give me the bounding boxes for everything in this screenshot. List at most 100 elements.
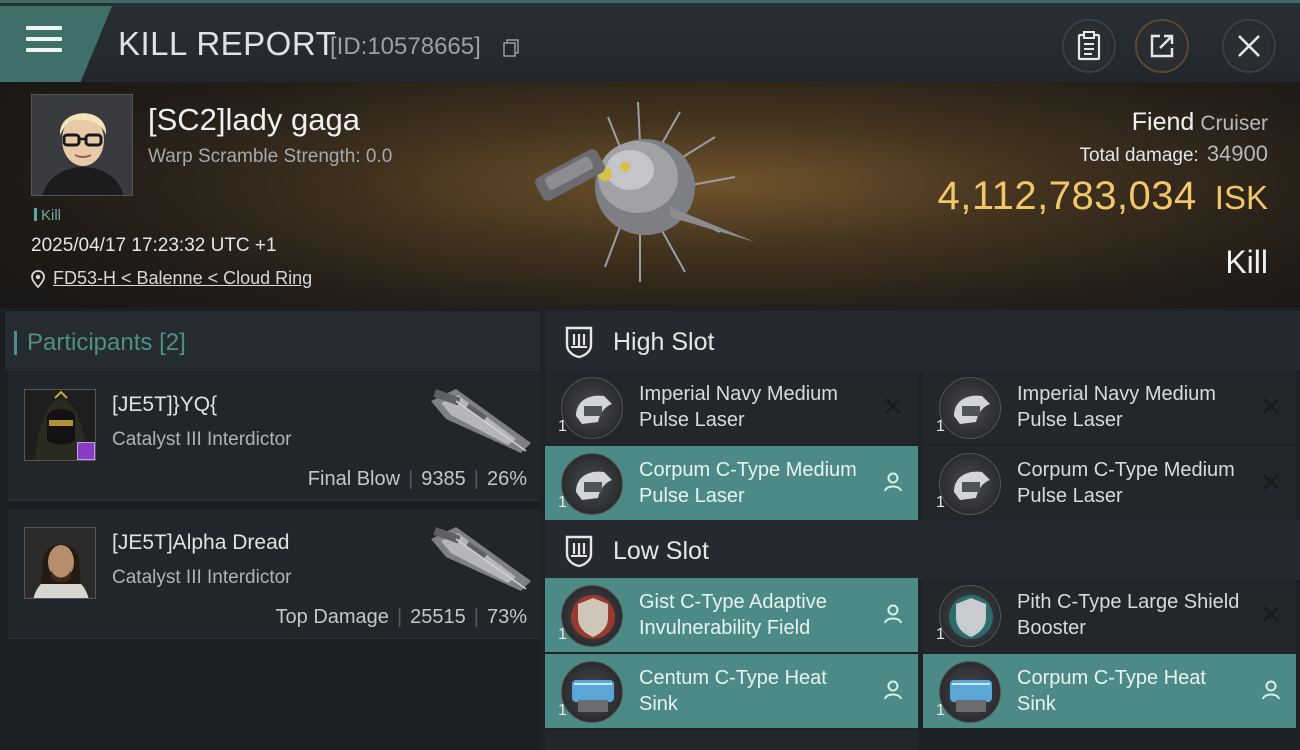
victim-panel: [SC2]lady gaga Warp Scramble Strength: 0… (0, 82, 1300, 308)
module-quantity: 1 (936, 494, 945, 511)
menu-button[interactable] (0, 6, 112, 82)
module-name: Corpum C-Type Medium Pulse Laser (639, 459, 857, 507)
participant-row[interactable]: [JE5T]}YQ{ Catalyst III Interdictor Fina… (8, 371, 540, 501)
module-quantity: 1 (558, 626, 567, 643)
total-damage-label: Total damage: (1079, 145, 1199, 166)
share-button[interactable] (1135, 19, 1189, 73)
participants-count: [2] (159, 329, 186, 356)
participant-row[interactable]: [JE5T]Alpha Dread Catalyst III Interdict… (8, 509, 540, 639)
pulse-laser-icon (939, 453, 1001, 515)
participant-name[interactable]: [JE5T]Alpha Dread (112, 531, 289, 555)
ship-name-text: Fiend (1131, 108, 1195, 136)
share-icon (1150, 34, 1174, 58)
victim-ship-name[interactable]: Fiend Cruiser (1132, 108, 1268, 137)
copy-icon[interactable] (503, 39, 519, 57)
participant-damage: 9385 (421, 468, 466, 490)
participant-percent: 26% (486, 468, 527, 490)
participant-role: Final Blow (307, 468, 401, 490)
participant-ship-image[interactable] (426, 381, 536, 461)
isk-unit: ISK (1214, 179, 1268, 216)
module-quantity: 1 (558, 702, 567, 719)
participant-avatar[interactable] (24, 389, 96, 461)
dropped-person-icon (884, 604, 902, 624)
pulse-laser-icon (561, 453, 623, 515)
page-title: KILL REPORT (118, 25, 337, 62)
high-slot-header: High Slot (545, 311, 1300, 371)
map-pin-icon (31, 269, 45, 288)
module-name: Imperial Navy Medium Pulse Laser (639, 383, 838, 431)
victim-name[interactable]: [SC2]lady gaga (148, 102, 360, 138)
report-id: [ID:10578665] (330, 33, 481, 60)
participant-name[interactable]: [JE5T]}YQ{ (112, 393, 217, 417)
clipboard-icon (1077, 31, 1101, 61)
participant-ship: Catalyst III Interdictor (112, 567, 292, 588)
close-icon (1238, 35, 1260, 57)
low-slot-header: Low Slot (545, 520, 1300, 580)
location-link[interactable]: FD53-H < Balenne < Cloud Ring (31, 268, 312, 289)
clipboard-button[interactable] (1062, 19, 1116, 73)
module-name: Corpum C-Type Medium Pulse Laser (1017, 459, 1235, 507)
module-item[interactable] (545, 730, 918, 750)
location-text: FD53-H < Balenne < Cloud Ring (53, 268, 313, 288)
dropped-person-icon (884, 472, 902, 492)
warp-scramble-strength: Warp Scramble Strength: 0.0 (148, 146, 393, 167)
fitting-panel: High Slot 1 Imperial Navy Medium Pulse L… (540, 308, 1300, 750)
low-slot-icon (565, 535, 593, 568)
module-item[interactable]: 1 Corpum C-Type Heat Sink (923, 654, 1296, 728)
module-name: Imperial Navy Medium Pulse Laser (1017, 383, 1216, 431)
module-quantity: 1 (936, 626, 945, 643)
victim-avatar (32, 95, 132, 195)
destroyed-x-icon (1263, 474, 1279, 490)
participants-header: Participants [2] (5, 311, 540, 371)
dropped-person-icon (1262, 680, 1280, 700)
isk-amount: 4,112,783,034 (937, 174, 1197, 218)
module-item[interactable]: 1 Imperial Navy Medium Pulse Laser (545, 370, 918, 444)
shield-booster-icon (939, 585, 1001, 647)
destroyed-x-icon (885, 398, 901, 414)
victim-portrait[interactable] (31, 94, 133, 196)
kill-result: Kill (1225, 244, 1268, 280)
module-item[interactable]: 1 Corpum C-Type Medium Pulse Laser (923, 446, 1296, 520)
module-item[interactable]: 1 Centum C-Type Heat Sink (545, 654, 918, 728)
module-name: Gist C-Type Adaptive Invulnerability Fie… (639, 591, 827, 639)
hamburger-icon (26, 26, 62, 59)
corp-badge (77, 442, 95, 460)
participant-avatar[interactable] (24, 527, 96, 599)
participants-panel: Participants [2] [JE5T]}YQ{ Catalyst III… (0, 308, 540, 750)
participant-stats: Final Blow | 9385 | 26% (307, 468, 527, 490)
heat-sink-icon (939, 661, 1001, 723)
module-item[interactable]: 1 Corpum C-Type Medium Pulse Laser (545, 446, 918, 520)
participant-stats: Top Damage | 25515 | 73% (275, 606, 527, 628)
high-slot-title: High Slot (613, 328, 715, 356)
participant-damage: 25515 (410, 606, 466, 628)
module-name: Centum C-Type Heat Sink (639, 667, 827, 715)
module-name: Corpum C-Type Heat Sink (1017, 667, 1206, 715)
kill-tag: Kill (34, 207, 61, 224)
dropped-person-icon (884, 680, 902, 700)
pulse-laser-icon (561, 377, 623, 439)
module-quantity: 1 (558, 494, 567, 511)
close-button[interactable] (1222, 19, 1276, 73)
participant-portrait (25, 528, 95, 598)
module-item[interactable]: 1 Gist C-Type Adaptive Invulnerability F… (545, 578, 918, 652)
participant-role: Top Damage (275, 606, 389, 628)
participant-ship: Catalyst III Interdictor (112, 429, 292, 450)
participant-ship-image[interactable] (426, 519, 536, 599)
module-item[interactable]: 1 Imperial Navy Medium Pulse Laser (923, 370, 1296, 444)
isk-value: 4,112,783,034 ISK (937, 174, 1268, 219)
ship-class: Cruiser (1200, 112, 1268, 135)
shield-field-icon (561, 585, 623, 647)
module-name: Pith C-Type Large Shield Booster (1017, 591, 1240, 639)
participants-title-text: Participants (27, 329, 153, 356)
module-quantity: 1 (936, 702, 945, 719)
participants-title: Participants [2] (14, 329, 186, 357)
destroyed-x-icon (1263, 398, 1279, 414)
module-item[interactable]: 1 Pith C-Type Large Shield Booster (923, 578, 1296, 652)
victim-ship-image[interactable] (520, 92, 770, 292)
low-slot-title: Low Slot (613, 537, 709, 565)
participant-percent: 73% (486, 606, 527, 628)
total-damage-value: 34900 (1206, 141, 1268, 166)
module-quantity: 1 (558, 418, 567, 435)
high-slot-icon (565, 326, 593, 359)
heat-sink-icon (561, 661, 623, 723)
